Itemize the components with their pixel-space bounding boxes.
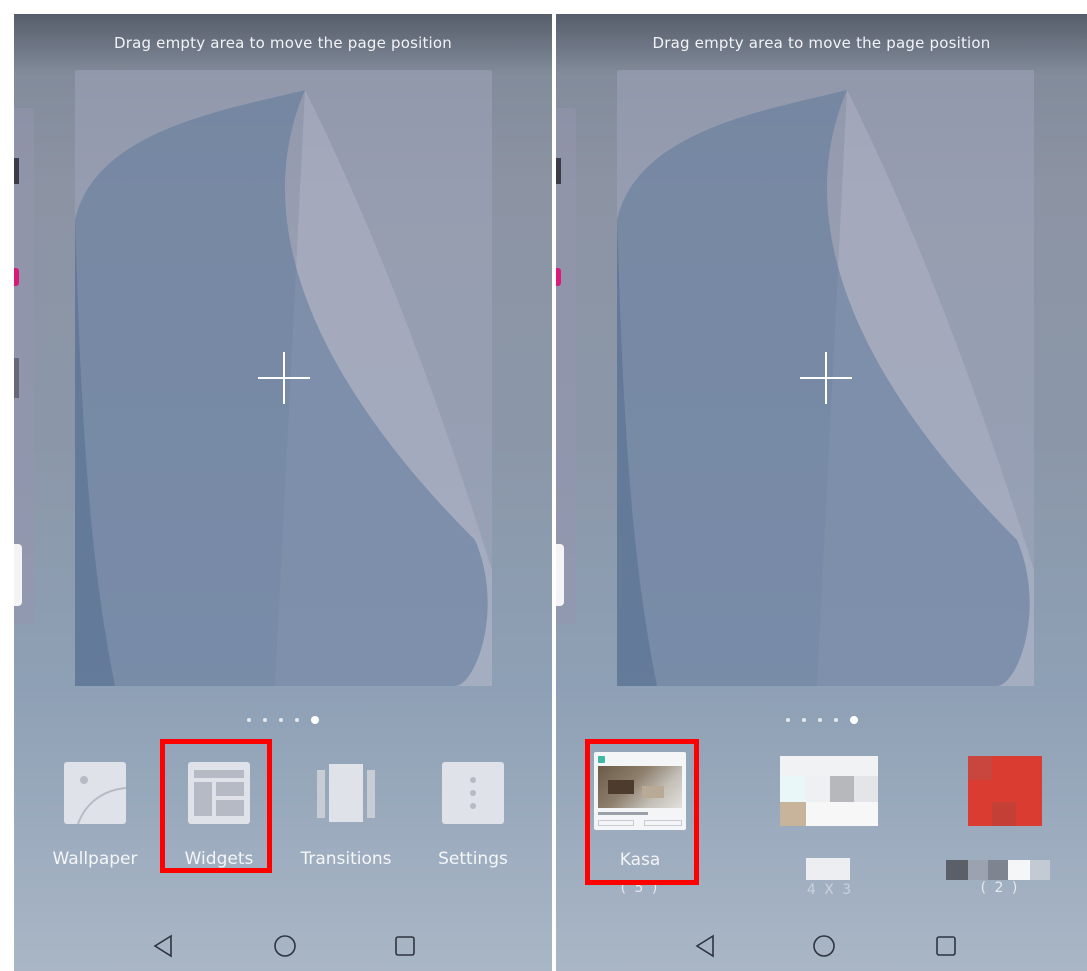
wallpaper-label: Wallpaper	[52, 849, 138, 869]
blurred-widget-count: ( 2 )	[980, 880, 1020, 896]
settings-label: Settings	[438, 849, 508, 869]
add-page-plus-icon[interactable]	[799, 352, 852, 404]
transitions-icon	[315, 762, 377, 824]
widget-fragment	[556, 544, 564, 606]
previous-page-preview[interactable]	[14, 108, 34, 624]
app-icon-fragment	[14, 268, 19, 286]
page-dot[interactable]	[295, 717, 299, 722]
blurred-widget-thumbnail[interactable]	[780, 756, 878, 826]
wallpaper-button[interactable]: Wallpaper	[40, 762, 150, 869]
recents-icon[interactable]	[934, 934, 958, 958]
previous-page-preview[interactable]	[556, 108, 576, 624]
drag-hint: Drag empty area to move the page positio…	[652, 34, 991, 52]
back-icon[interactable]	[151, 934, 175, 958]
app-icon-fragment	[556, 268, 561, 286]
add-page-plus-icon[interactable]	[257, 352, 310, 404]
wallpaper-icon	[64, 762, 127, 825]
left-screenshot: Drag empty area to move the page positio…	[14, 14, 552, 971]
page-dot-active[interactable]	[849, 715, 858, 724]
page-indicator	[14, 709, 552, 724]
home-icon[interactable]	[273, 934, 297, 958]
page-indicator	[556, 709, 1087, 724]
transitions-button[interactable]: Transitions	[291, 762, 401, 869]
page-dot[interactable]	[785, 717, 790, 722]
blurred-widget-size: 4 X 3	[806, 882, 854, 898]
home-icon[interactable]	[812, 934, 836, 958]
page-dot[interactable]	[801, 717, 806, 722]
blurred-widget-name	[806, 858, 850, 880]
page-dot[interactable]	[263, 717, 267, 722]
page-dot[interactable]	[817, 717, 822, 722]
settings-icon	[442, 762, 504, 824]
back-icon[interactable]	[693, 934, 717, 958]
page-dot-active[interactable]	[311, 715, 319, 724]
right-screenshot: Drag empty area to move the page positio…	[556, 14, 1087, 971]
home-page-preview[interactable]	[617, 70, 1034, 686]
blurred-widget-thumbnail[interactable]	[968, 756, 1042, 826]
widget-fragment	[14, 544, 22, 606]
transitions-label: Transitions	[300, 849, 392, 869]
page-dot[interactable]	[247, 717, 251, 722]
settings-button[interactable]: Settings	[418, 762, 528, 869]
highlight-box	[160, 739, 272, 873]
page-dot[interactable]	[279, 717, 283, 722]
page-dot[interactable]	[833, 717, 838, 722]
highlight-box	[585, 739, 699, 885]
drag-hint: Drag empty area to move the page positio…	[113, 34, 453, 52]
recents-icon[interactable]	[393, 934, 417, 958]
home-page-preview[interactable]	[75, 70, 492, 686]
